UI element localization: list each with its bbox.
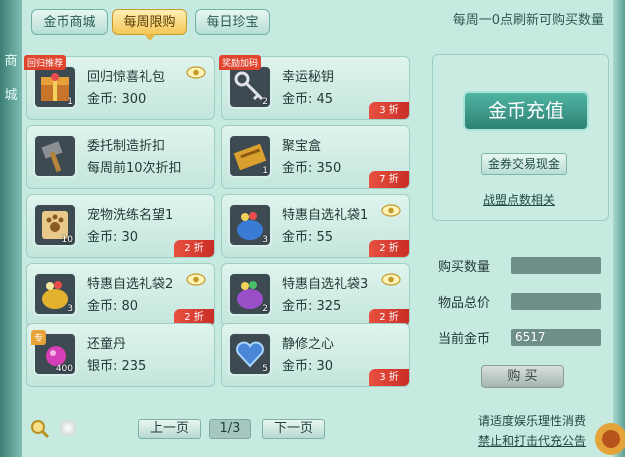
item-name: 特惠自选礼袋3 <box>282 277 369 292</box>
buy-button[interactable]: 购 买 <box>481 365 564 388</box>
item-qty: 1 <box>262 166 268 176</box>
item-card-select-bag-3[interactable]: 2 特惠自选礼袋3 金币: 325 2 折 <box>221 263 410 327</box>
discount-badge: 2 折 <box>369 240 409 257</box>
discount-badge: 3 折 <box>369 369 409 386</box>
item-qty: 2 <box>262 304 268 314</box>
toggle-dot-icon[interactable] <box>60 420 76 436</box>
treasure-box-icon: 1 <box>228 134 272 178</box>
item-qty: 400 <box>55 364 73 374</box>
current-gold-label: 当前金币 <box>438 332 491 347</box>
blue-bag-icon: 3 <box>228 203 272 247</box>
key-icon: 2 <box>228 65 272 109</box>
item-card-select-bag-2[interactable]: 3 特惠自选礼袋2 金币: 80 2 折 <box>26 263 215 327</box>
total-price-label: 物品总价 <box>438 296 491 311</box>
page-indicator: 1/3 <box>209 419 251 439</box>
notice-line-1: 请适度娱乐理性消费 <box>477 414 586 428</box>
item-price: 金币: 55 <box>282 230 334 245</box>
buy-qty-input[interactable] <box>511 257 601 274</box>
eye-icon[interactable] <box>381 204 401 217</box>
prev-page-button[interactable]: 上一页 <box>138 419 201 439</box>
exclusive-badge: 专 <box>31 330 47 345</box>
item-name: 特惠自选礼袋2 <box>87 277 174 292</box>
heart-crystal-icon: 5 <box>228 332 272 376</box>
purple-bag-icon: 2 <box>228 272 272 316</box>
discount-badge: 7 折 <box>369 171 409 188</box>
item-price: 每周前10次折扣 <box>87 161 182 176</box>
tab-daily-treasure[interactable]: 每日珍宝 <box>195 9 270 35</box>
gold-recharge-button[interactable]: 金币充值 <box>463 91 589 131</box>
recharge-panel: 金币充值 金券交易现金 战盟点数相关 <box>432 54 609 221</box>
item-name: 还童丹 <box>87 337 127 352</box>
item-card-meditation-heart[interactable]: 5 静修之心 金币: 30 3 折 <box>221 323 410 387</box>
discount-badge: 2 折 <box>174 240 214 257</box>
item-price: 金币: 325 <box>282 299 342 314</box>
gift-chest-icon: 1 <box>33 65 77 109</box>
item-qty: 1 <box>67 97 73 107</box>
buy-qty-label: 购买数量 <box>438 260 491 275</box>
item-name: 回归惊喜礼包 <box>87 70 166 85</box>
left-decoration: 商 城 <box>0 0 22 457</box>
item-card-select-bag-1[interactable]: 3 特惠自选礼袋1 金币: 55 2 折 <box>221 194 410 258</box>
item-card-youth-pill[interactable]: 400 专 还童丹 银币: 235 <box>26 323 215 387</box>
item-qty: 10 <box>61 235 73 245</box>
item-name: 特惠自选礼袋1 <box>282 208 369 223</box>
gold-bag-icon: 3 <box>33 272 77 316</box>
current-gold-field: 6517 <box>511 329 601 346</box>
item-name: 聚宝盒 <box>282 139 322 154</box>
shop-window: 商 城 金币商城 每周限购 每日珍宝 每周一0点刷新可购买数量 1 回归推荐 回… <box>0 0 625 457</box>
item-card-treasure-box[interactable]: 1 聚宝盒 金币: 350 7 折 <box>221 125 410 189</box>
item-price: 金币: 80 <box>87 299 139 314</box>
item-card-returning-gift[interactable]: 1 回归推荐 回归惊喜礼包 金币: 300 <box>24 55 215 120</box>
alliance-points-link[interactable]: 战盟点数相关 <box>483 191 555 208</box>
voucher-trade-button[interactable]: 金券交易现金 <box>481 153 568 175</box>
right-decoration <box>613 0 625 457</box>
eye-icon[interactable] <box>381 273 401 286</box>
item-name: 幸运秘钥 <box>282 70 335 85</box>
item-qty: 3 <box>67 304 73 314</box>
discount-badge: 3 折 <box>369 102 409 119</box>
item-price: 金币: 350 <box>282 161 342 176</box>
hammer-icon <box>33 134 77 178</box>
item-name: 静修之心 <box>282 337 335 352</box>
item-price: 金币: 30 <box>282 359 334 374</box>
corner-emblem-icon <box>595 423 625 455</box>
item-card-lucky-key[interactable]: 2 奖励加码 幸运秘钥 金币: 45 3 折 <box>219 55 410 120</box>
item-qty: 5 <box>262 364 268 374</box>
item-qty: 2 <box>262 97 268 107</box>
item-card-pet-reputation[interactable]: 10 宠物洗练名望1 金币: 30 2 折 <box>26 194 215 258</box>
refresh-notice: 每周一0点刷新可购买数量 <box>452 13 604 28</box>
item-price: 金币: 300 <box>87 92 147 107</box>
item-price: 银币: 235 <box>87 359 147 374</box>
paw-scroll-icon: 10 <box>33 203 77 247</box>
next-page-button[interactable]: 下一页 <box>262 419 325 439</box>
bonus-badge: 奖励加码 <box>219 55 262 70</box>
eye-icon[interactable] <box>186 273 206 286</box>
item-name: 宠物洗练名望1 <box>87 208 174 223</box>
anti-proxy-notice-link[interactable]: 禁止和打击代充公告 <box>478 432 586 449</box>
magnifier-icon[interactable] <box>30 419 50 439</box>
item-name: 委托制造折扣 <box>87 139 166 154</box>
shop-panel: 金币商城 每周限购 每日珍宝 每周一0点刷新可购买数量 1 回归推荐 回归惊喜礼… <box>22 0 614 457</box>
eye-icon[interactable] <box>186 66 206 79</box>
total-price-field <box>511 293 601 310</box>
left-deco-char-1: 商 <box>4 54 18 69</box>
tab-gold-shop[interactable]: 金币商城 <box>31 9 108 35</box>
item-qty: 3 <box>262 235 268 245</box>
tab-weekly-limit[interactable]: 每周限购 <box>112 9 187 41</box>
recommend-badge: 回归推荐 <box>24 55 67 70</box>
item-card-commission-discount[interactable]: 委托制造折扣 每周前10次折扣 <box>26 125 215 189</box>
item-price: 金币: 30 <box>87 230 139 245</box>
left-deco-char-2: 城 <box>4 88 18 103</box>
item-price: 金币: 45 <box>282 92 334 107</box>
